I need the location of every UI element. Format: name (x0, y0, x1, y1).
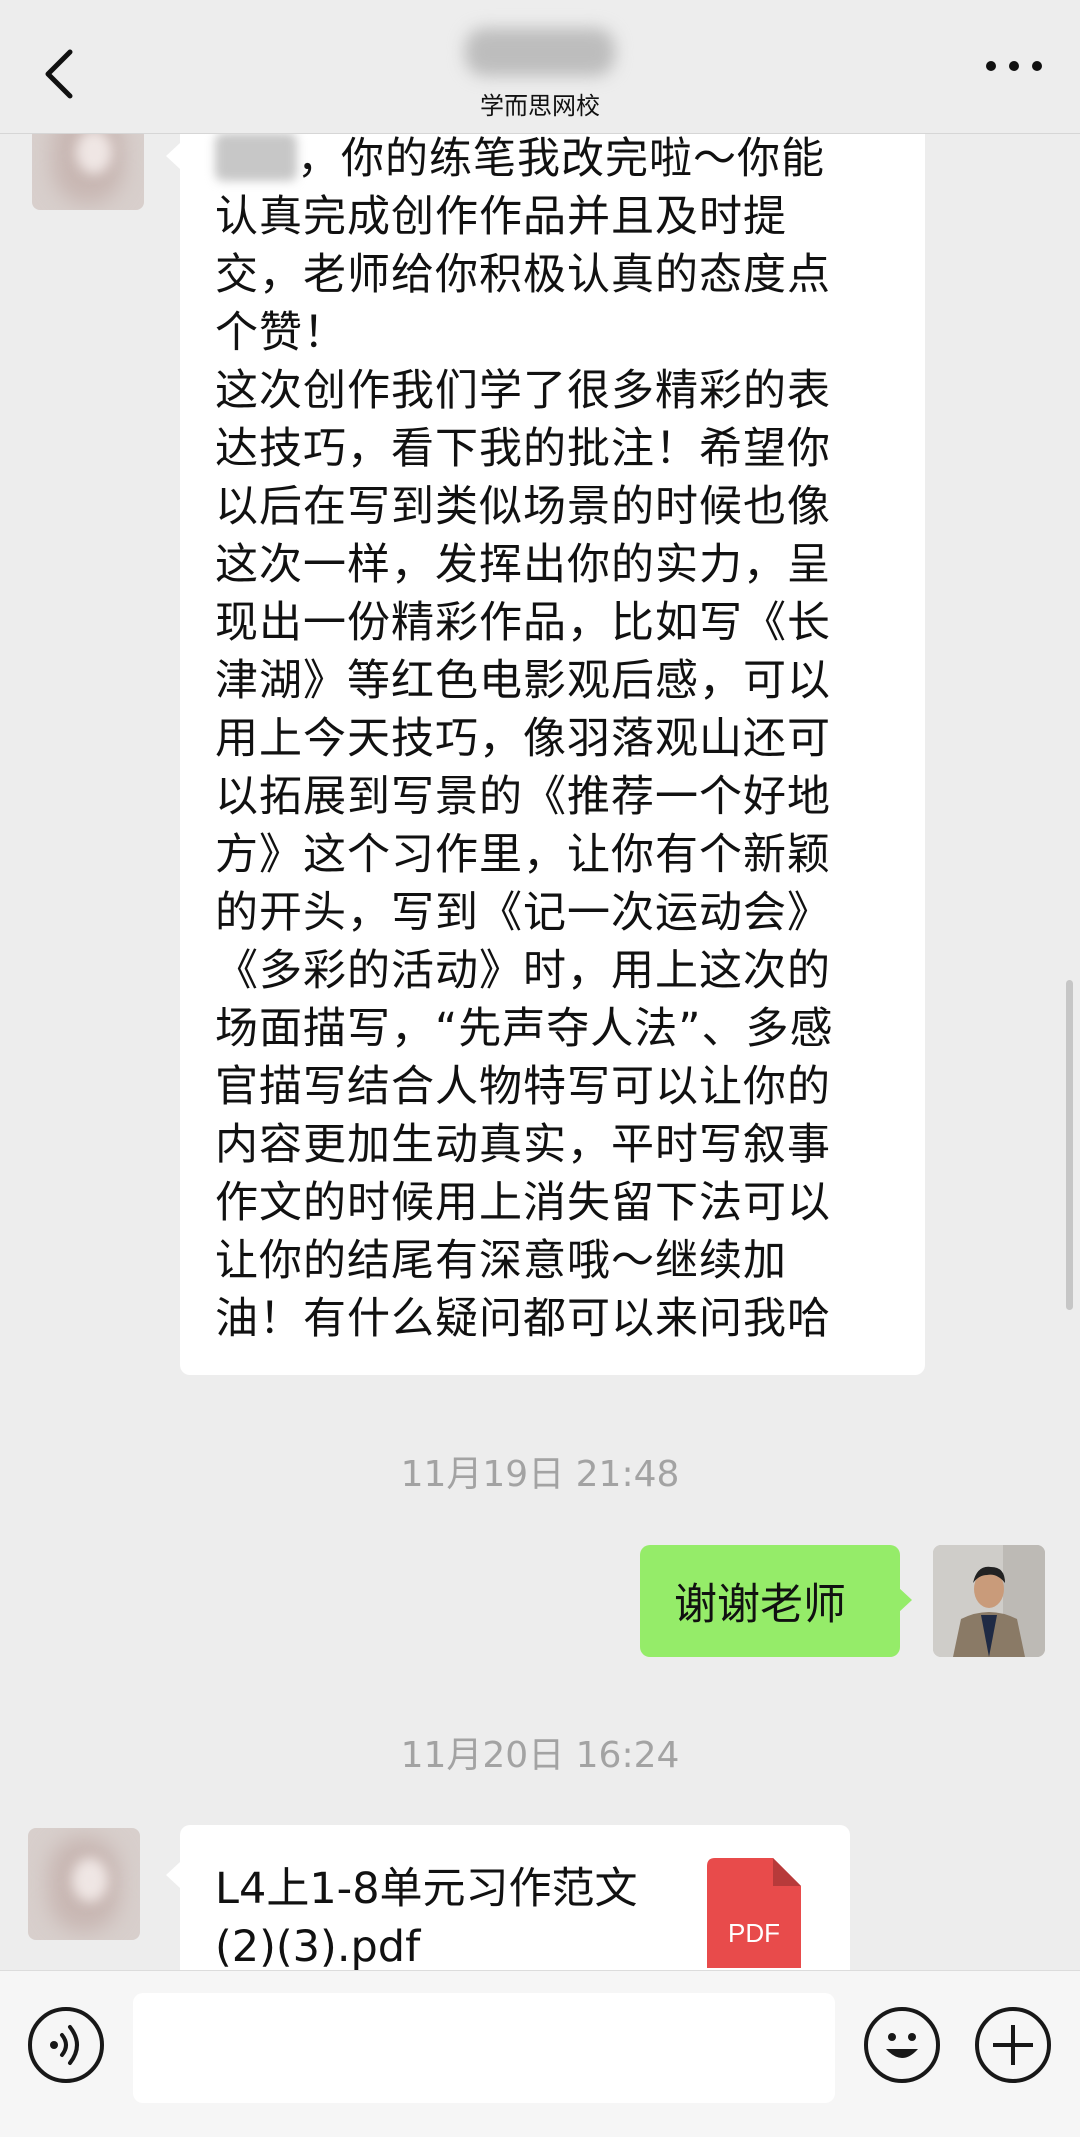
message-line-text: 交，老师给你积极认真的态度点 (215, 250, 831, 300)
message-line: ，你的练笔我改完啦～你能 (215, 130, 890, 188)
message-line-text: 这次一样，发挥出你的实力，呈 (215, 540, 831, 590)
message-line-text: 《多彩的活动》时，用上这次的 (215, 946, 831, 996)
input-toolbar (0, 1970, 1080, 2137)
message-line: 方》这个习作里，让你有个新颖 (215, 826, 890, 884)
message-line: 用上今天技巧，像羽落观山还可 (215, 710, 890, 768)
message-line-text: 津湖》等红色电影观后感，可以 (215, 656, 831, 706)
message-line: 这次创作我们学了很多精彩的表 (215, 362, 890, 420)
emoji-button[interactable] (864, 2007, 940, 2083)
message-line: 的开头，写到《记一次运动会》 (215, 884, 890, 942)
plus-button[interactable] (975, 2007, 1051, 2083)
message-line: 油！有什么疑问都可以来问我哈 (215, 1290, 890, 1348)
voice-icon (50, 2025, 79, 2065)
chat-title-blurred (465, 28, 615, 76)
person-photo (933, 1545, 1045, 1657)
pdf-badge-label: PDF (728, 1918, 780, 1948)
bubble-tail (898, 1587, 912, 1613)
message-line-text: 油！有什么疑问都可以来问我哈 (215, 1294, 831, 1344)
message-line-text: 的开头，写到《记一次运动会》 (215, 888, 831, 938)
message-line: 个赞！ (215, 304, 890, 362)
message-line: 交，老师给你积极认真的态度点 (215, 246, 890, 304)
message-line: 内容更加生动真实，平时写叙事 (215, 1116, 890, 1174)
message-line-text: 认真完成创作作品并且及时提 (215, 192, 787, 242)
message-line: 作文的时候用上消失留下法可以 (215, 1174, 890, 1232)
message-line: 官描写结合人物特写可以让你的 (215, 1058, 890, 1116)
message-line: 场面描写，“先声夺人法”、多感 (215, 1000, 890, 1058)
message-line-text: 让你的结尾有深意哦～继续加 (215, 1236, 787, 1286)
timestamp: 11月19日 21:48 (400, 1454, 680, 1495)
message-line: 让你的结尾有深意哦～继续加 (215, 1232, 890, 1290)
message-line-text: 以后在写到类似场景的时候也像 (215, 482, 831, 532)
message-line: 现出一份精彩作品，比如写《长 (215, 594, 890, 652)
plus-icon (993, 2025, 1033, 2065)
message-line-text: 作文的时候用上消失留下法可以 (215, 1178, 831, 1228)
emoji-icon (886, 2033, 918, 2058)
voice-button[interactable] (28, 2007, 104, 2083)
chat-subtitle: 学而思网校 (480, 92, 600, 120)
message-line-text: 内容更加生动真实，平时写叙事 (215, 1120, 831, 1170)
timestamp: 11月20日 16:24 (400, 1735, 680, 1776)
my-avatar[interactable] (933, 1545, 1045, 1657)
message-input[interactable] (133, 1993, 835, 2103)
message-line-text: 场面描写，“先声夺人法”、多感 (215, 1004, 834, 1054)
teacher-message-text: ，你的练笔我改完啦～你能认真完成创作作品并且及时提 交，老师给你积极认真的态度点个… (215, 130, 890, 1348)
message-line: 以后在写到类似场景的时候也像 (215, 478, 890, 536)
message-line: 《多彩的活动》时，用上这次的 (215, 942, 890, 1000)
more-dots-icon (986, 61, 996, 71)
message-line-text: 官描写结合人物特写可以让你的 (215, 1062, 831, 1112)
message-line-text: 用上今天技巧，像羽落观山还可 (215, 714, 831, 764)
bubble-tail (166, 1862, 180, 1888)
message-line-text: 方》这个习作里，让你有个新颖 (215, 830, 831, 880)
chat-header: 学而思网校 (0, 0, 1080, 134)
teacher-avatar[interactable] (28, 1828, 140, 1940)
message-line-text: 现出一份精彩作品，比如写《长 (215, 598, 831, 648)
pdf-file-icon: PDF (707, 1858, 801, 1968)
message-line: 达技巧，看下我的批注！希望你 (215, 420, 890, 478)
message-line: 这次一样，发挥出你的实力，呈 (215, 536, 890, 594)
message-line-text: 这次创作我们学了很多精彩的表 (215, 366, 831, 416)
message-line-text: 以拓展到写景的《推荐一个好地 (215, 772, 831, 822)
more-button[interactable] (986, 58, 1042, 74)
my-message-text: 谢谢老师 (674, 1580, 846, 1630)
message-line-text: 达技巧，看下我的批注！希望你 (215, 424, 831, 474)
file-name: L4上1-8单元习作范文(2)(3).pdf (215, 1864, 638, 1972)
redacted-name (215, 133, 297, 181)
scrollbar[interactable] (1066, 980, 1073, 1310)
bubble-tail (166, 143, 180, 169)
message-line: 津湖》等红色电影观后感，可以 (215, 652, 890, 710)
message-line: 认真完成创作作品并且及时提 (215, 188, 890, 246)
message-line-text: 个赞！ (215, 308, 347, 358)
message-line: 以拓展到写景的《推荐一个好地 (215, 768, 890, 826)
message-line-text: ，你的练笔我改完啦～你能 (297, 134, 825, 184)
